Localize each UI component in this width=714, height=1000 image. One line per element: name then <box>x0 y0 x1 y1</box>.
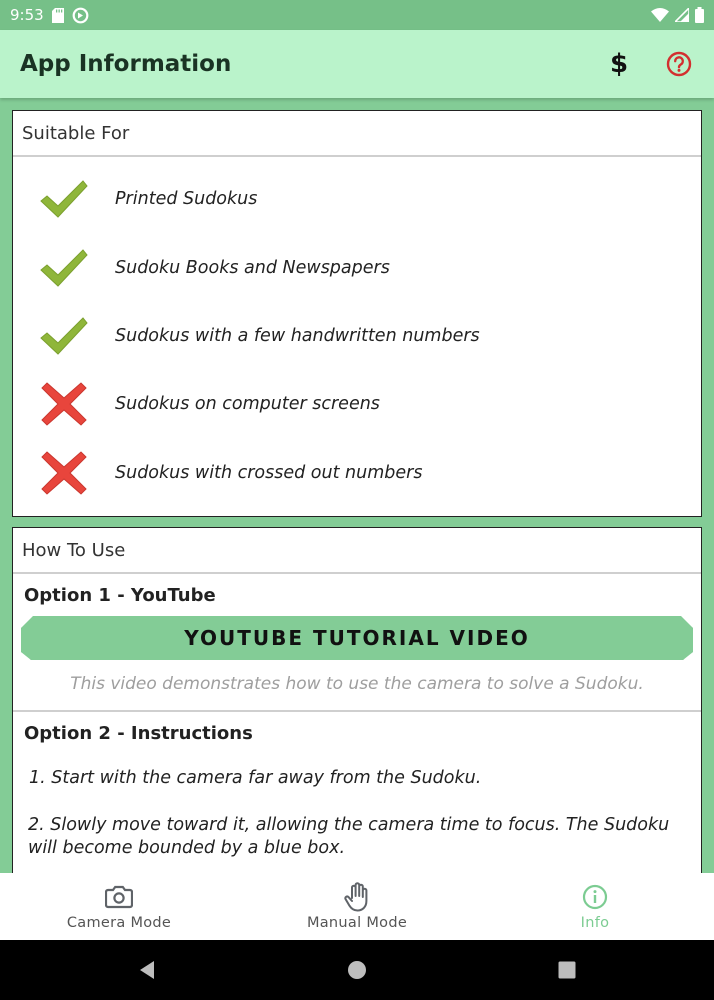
status-bar: 9:53 <box>0 0 714 30</box>
youtube-tutorial-button[interactable]: YOUTUBE TUTORIAL VIDEO <box>21 616 693 660</box>
instruction-step: 1. Start with the camera far away from t… <box>29 768 482 788</box>
wifi-icon <box>651 8 669 22</box>
suitable-for-card: Suitable For Printed Sudokus Sudoku Book… <box>12 110 702 517</box>
info-icon <box>581 883 609 911</box>
checkmark-icon <box>13 248 115 288</box>
list-item-text: Printed Sudokus <box>115 189 258 210</box>
back-icon[interactable] <box>42 960 252 980</box>
option2-title: Option 2 - Instructions <box>24 723 253 744</box>
page-title: App Information <box>20 51 232 77</box>
suitable-for-list: Printed Sudokus Sudoku Books and Newspap… <box>13 157 701 507</box>
how-to-use-card: How To Use Option 1 - YouTube YOUTUBE TU… <box>12 527 702 873</box>
sd-card-icon <box>51 7 64 23</box>
camera-icon <box>105 883 133 911</box>
app-bar: App Information $ <box>0 30 714 98</box>
youtube-caption: This video demonstrates how to use the c… <box>70 674 644 694</box>
nav-info[interactable]: Info <box>476 873 714 940</box>
dollar-icon[interactable]: $ <box>604 49 634 79</box>
suitable-for-header: Suitable For <box>13 111 701 157</box>
list-item-text: Sudokus on computer screens <box>115 394 380 415</box>
list-item: Sudokus with crossed out numbers <box>13 439 701 507</box>
list-item: Sudoku Books and Newspapers <box>13 233 701 301</box>
nav-manual-mode[interactable]: Manual Mode <box>238 873 476 940</box>
checkmark-icon <box>13 179 115 219</box>
instruction-step: 2. Slowly move toward it, allowing the c… <box>28 815 670 858</box>
content-area[interactable]: Suitable For Printed Sudokus Sudoku Book… <box>0 98 714 873</box>
signal-icon <box>675 8 689 22</box>
list-item-text: Sudoku Books and Newspapers <box>115 257 390 278</box>
nav-label: Info <box>580 914 610 931</box>
checkmark-icon <box>13 316 115 356</box>
option1-title: Option 1 - YouTube <box>24 585 216 606</box>
nav-label: Camera Mode <box>66 914 172 931</box>
battery-icon <box>695 7 704 23</box>
bottom-nav: Camera Mode Manual Mode Info <box>0 873 714 940</box>
list-item: Sudokus with a few handwritten numbers <box>13 302 701 370</box>
list-item: Printed Sudokus <box>13 165 701 233</box>
home-icon[interactable] <box>252 960 462 980</box>
option-youtube: Option 1 - YouTube YOUTUBE TUTORIAL VIDE… <box>13 574 701 712</box>
how-to-use-header: How To Use <box>13 528 701 574</box>
cross-icon <box>13 379 115 429</box>
list-item-text: Sudokus with a few handwritten numbers <box>115 325 480 346</box>
recents-icon[interactable] <box>462 961 672 979</box>
system-nav-bar <box>0 940 714 1000</box>
status-time: 9:53 <box>10 6 44 24</box>
cross-icon <box>13 448 115 498</box>
nav-camera-mode[interactable]: Camera Mode <box>0 873 238 940</box>
option-instructions: Option 2 - Instructions 1. Start with th… <box>13 712 701 860</box>
list-item: Sudokus on computer screens <box>13 370 701 438</box>
help-icon[interactable] <box>664 49 694 79</box>
hand-icon <box>343 881 371 911</box>
list-item-text: Sudokus with crossed out numbers <box>115 462 423 483</box>
nav-label: Manual Mode <box>306 914 408 931</box>
data-saver-icon <box>72 7 89 24</box>
